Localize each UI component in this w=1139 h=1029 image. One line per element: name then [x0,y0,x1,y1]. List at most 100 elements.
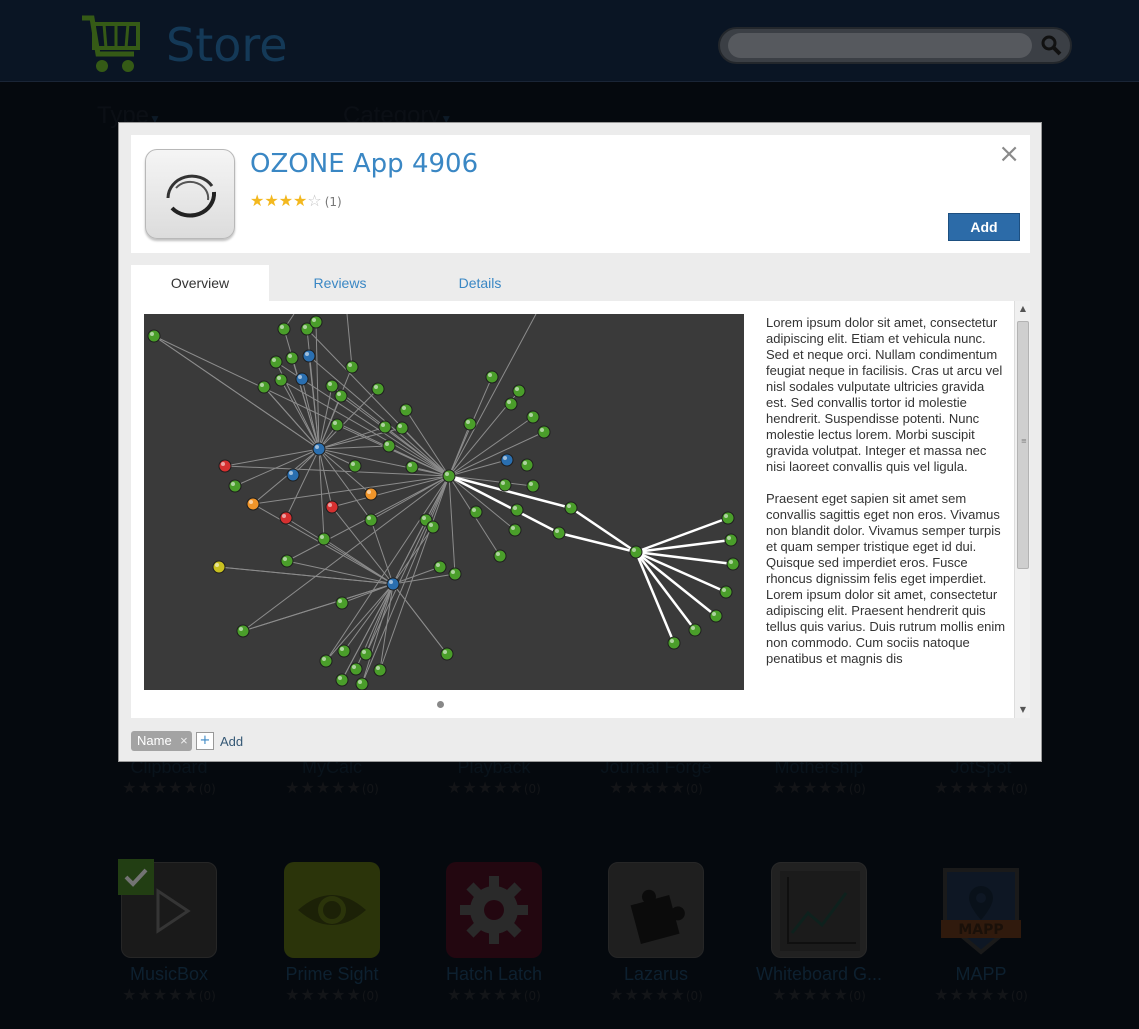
graph-node-highlight [567,504,571,508]
graph-node [508,523,522,537]
grip-icon: ≡ [1021,437,1027,445]
remove-tag-icon[interactable]: × [180,731,188,751]
widget-card[interactable]: MAPP MAPP ★★★★★(0) [906,862,1056,1004]
widget-card[interactable]: Journal Forge ★★★★★(0) [581,757,731,797]
puzzle-icon [608,862,704,958]
graph-node-highlight [303,325,307,329]
graph-node-highlight [283,557,287,561]
graph-node-highlight [511,526,515,530]
widget-rating: ★★★★★(0) [772,778,866,797]
graph-node [448,567,462,581]
graph-node [526,410,540,424]
graph-node-highlight [312,318,316,322]
network-graph-image [147,313,740,691]
graph-node [364,487,378,501]
graph-node-highlight [632,548,636,552]
widget-card[interactable]: JotSpot ★★★★★(0) [906,757,1056,797]
description-scrollbar[interactable]: ▲ ≡ ▼ [1014,301,1030,718]
app-description: Lorem ipsum dolor sit amet, consectetur … [766,315,1006,713]
graph-edge [392,583,448,655]
search-box [718,27,1072,64]
widget-card[interactable]: Lazarus ★★★★★(0) [581,862,731,1004]
app-screenshot[interactable] [144,313,744,691]
graph-node-highlight [488,373,492,377]
graph-node [348,459,362,473]
graph-node [442,469,456,483]
widget-card[interactable]: Playback ★★★★★(0) [419,757,569,797]
graph-node [337,644,351,658]
widget-rating: ★★★★★(0) [285,778,379,797]
search-icon[interactable] [1038,33,1066,58]
graph-node-highlight [280,325,284,329]
graph-node [325,500,339,514]
widget-card[interactable]: Clipboard ★★★★★(0) [94,757,244,797]
close-icon[interactable]: × [998,139,1020,169]
add-button[interactable]: Add [948,213,1020,241]
tab-bar: Overview Reviews Details [131,265,1030,301]
widget-card[interactable]: MyCalc ★★★★★(0) [257,757,407,797]
tab-details[interactable]: Details [411,265,549,301]
graph-node [405,460,419,474]
app-icon [145,149,235,239]
graph-node [719,585,733,599]
widget-rating: ★★★★★(0) [447,778,541,797]
widget-card[interactable]: MusicBox ★★★★★(0) [94,859,244,1004]
graph-node [246,497,260,511]
widget-card[interactable]: Mothership ★★★★★(0) [744,757,894,797]
graph-node [498,478,512,492]
rating-count: (1) [324,195,342,209]
widget-card[interactable]: Hatch Latch ★★★★★(0) [419,862,569,1004]
widget-card[interactable]: Prime Sight ★★★★★(0) [257,862,407,1004]
graph-node-highlight [523,461,527,465]
graph-node-highlight [337,392,341,396]
widget-card[interactable]: Whiteboard G... ★★★★★(0) [744,862,894,1004]
tag-chip[interactable]: Name × [131,731,192,751]
scroll-down-arrow-icon[interactable]: ▼ [1015,702,1031,718]
graph-node [564,501,578,515]
graph-node-highlight [691,626,695,630]
ozone-swirl-icon [166,174,217,218]
widget-rating: ★★★★★(0) [934,985,1028,1004]
graph-edge [323,538,394,585]
graph-node [373,663,387,677]
graph-node-highlight [215,563,219,567]
scroll-up-arrow-icon[interactable]: ▲ [1015,301,1031,317]
graph-node-highlight [445,472,449,476]
graph-node-highlight [422,516,426,520]
graph-node-highlight [451,570,455,574]
graph-node-highlight [333,421,337,425]
scrollbar-thumb[interactable]: ≡ [1017,321,1029,569]
eye-icon [284,862,380,958]
graph-edge [448,475,456,575]
shopping-cart-icon[interactable] [80,10,142,76]
graph-node-highlight [351,462,355,466]
graph-edge [370,519,394,585]
tab-reviews[interactable]: Reviews [271,265,409,301]
screenshot-pager-dot[interactable] [437,701,444,708]
graph-node [463,417,477,431]
graph-node-highlight [340,647,344,651]
star-filled-icon: ★ [278,191,294,210]
graph-node-highlight [724,514,728,518]
graph-edge [263,386,320,450]
graph-node [386,577,400,591]
tab-overview[interactable]: Overview [131,265,269,301]
graph-node [426,520,440,534]
graph-node [319,654,333,668]
search-input[interactable] [728,33,1032,58]
graph-edge [346,313,353,368]
graph-node-highlight [272,358,276,362]
graph-node-highlight [358,680,362,684]
graph-node-highlight [150,332,154,336]
add-tag-link[interactable]: Add [220,734,243,749]
graph-node [721,511,735,525]
graph-node [364,513,378,527]
graph-node-highlight [362,650,366,654]
graph-node [537,425,551,439]
gear-icon [446,862,542,958]
add-tag-icon[interactable]: + [196,732,214,750]
graph-node-highlight [298,375,302,379]
graph-node-highlight [529,413,533,417]
graph-node [526,479,540,493]
graph-node-highlight [367,490,371,494]
